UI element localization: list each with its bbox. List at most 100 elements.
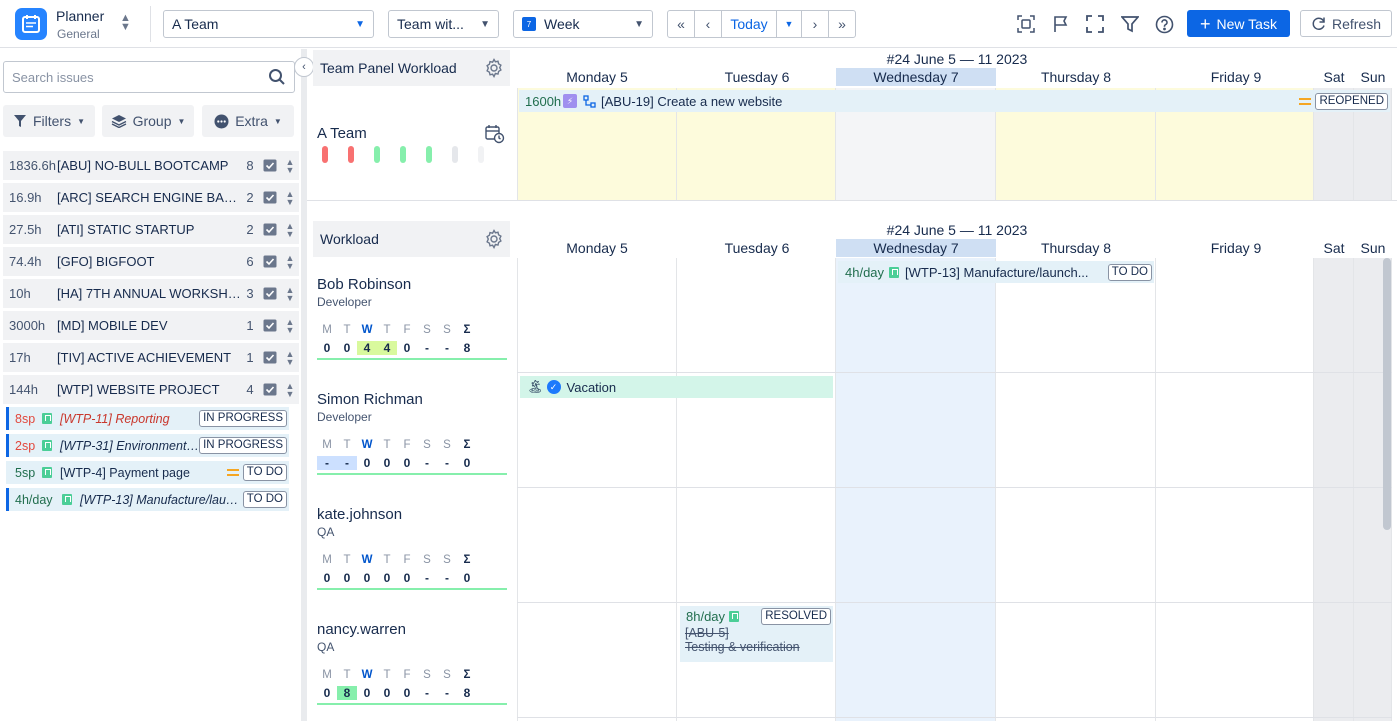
project-row[interactable]: 27.5h [ATI] STATIC STARTUP 2 ▲ ▼ (3, 215, 299, 244)
app-subtitle: General (57, 27, 100, 41)
checkbox-icon[interactable] (259, 159, 281, 172)
day-hours: - (425, 341, 429, 355)
workload-calendar: Monday 5 Tuesday 6 Wednesday 7 Thursday … (517, 239, 1397, 721)
first-period-button[interactable]: « (667, 10, 695, 38)
sort-arrows-icon[interactable]: ▲ ▼ (281, 381, 299, 398)
project-row[interactable]: 16.9h [ARC] SEARCH ENGINE BANDWAGON 2 ▲▼ (3, 183, 299, 212)
task-item[interactable]: 8sp [WTP-11] Reporting IN PROGRESS (6, 407, 289, 430)
weekly-hours: 00000--0 (317, 571, 507, 590)
priority-medium-icon (1299, 97, 1312, 105)
member-row[interactable]: kate.johnson QA M T W T F S S Σ 0 0 0 0 0- -0 (317, 488, 507, 590)
fullscreen-icon[interactable] (1083, 12, 1107, 36)
team-select[interactable]: A Team ▼ (163, 10, 374, 38)
today-dropdown-button[interactable]: ▼ (776, 10, 802, 38)
task-estimate: 4h/day (15, 492, 53, 507)
day-header-sat: Sat (1323, 240, 1345, 256)
gear-icon[interactable] (484, 58, 504, 78)
collapse-sidebar-button[interactable]: ‹ (294, 57, 314, 77)
weekday-letter: W (361, 669, 373, 681)
flag-icon[interactable] (1049, 12, 1073, 36)
project-row[interactable]: 144h [WTP] WEBSITE PROJECT 4 ▲ ▼ (3, 375, 299, 404)
checkbox-icon[interactable] (259, 383, 281, 396)
project-name: [TIV] ACTIVE ACHIEVEMENT (57, 350, 232, 365)
event-hours: 4h/day (845, 264, 885, 280)
sort-arrows-icon[interactable]: ▲ ▼ (281, 221, 299, 238)
workload-event[interactable]: 8h/day RESOLVED [ABU-5] Testing & verifi… (680, 606, 833, 662)
member-row[interactable]: nancy.warren QA M T W T F S S Σ 0 8 0 0 0- -8 (317, 603, 507, 705)
date-navigation: « ‹ Today ▼ › » (667, 10, 856, 38)
project-row[interactable]: 74.4h [GFO] BIGFOOT 6 ▲ ▼ (3, 247, 299, 276)
view-select[interactable]: Team wit... ▼ (388, 10, 499, 38)
app-title: Planner (56, 8, 105, 24)
filters-button[interactable]: Filters ▼ (3, 105, 95, 137)
refresh-button[interactable]: Refresh (1300, 10, 1392, 37)
help-icon[interactable] (1152, 12, 1176, 36)
capacity-bar (478, 146, 484, 163)
checkbox-icon[interactable] (259, 223, 281, 236)
group-button[interactable]: Group ▼ (102, 105, 194, 137)
checkbox-icon[interactable] (259, 287, 281, 300)
new-task-button[interactable]: + New Task (1187, 10, 1290, 37)
member-row[interactable]: Bob Robinson Developer M T W T F S S Σ 0 0 4 4 0- -8 (317, 258, 507, 360)
weekday-letters: MTWTFSSΣ (317, 669, 507, 681)
calendar-clock-icon[interactable] (485, 124, 505, 144)
team-calendar: Monday 5 Tuesday 6 Wednesday 7 Thursday … (517, 68, 1397, 200)
team-capacity-bars (322, 146, 484, 163)
sort-arrows-icon[interactable]: ▲ ▼ (281, 157, 299, 174)
next-period-button[interactable]: › (801, 10, 829, 38)
workload-event[interactable]: 4h/day [WTP-13] Manufacture/launch... TO… (838, 261, 1154, 283)
today-button[interactable]: Today (721, 10, 777, 38)
task-estimate: 2sp (15, 438, 36, 453)
checkbox-icon[interactable] (259, 255, 281, 268)
project-row[interactable]: 17h [TIV] ACTIVE ACHIEVEMENT 1 ▲ ▼ (3, 343, 299, 372)
task-item[interactable]: 4h/day [WTP-13] Manufacture/launch TO DO (6, 488, 289, 511)
filter-icon[interactable] (1118, 12, 1142, 36)
previous-period-button[interactable]: ‹ (694, 10, 722, 38)
day-hours: - (445, 571, 449, 585)
status-badge: IN PROGRESS (199, 410, 287, 427)
checkbox-icon[interactable] (259, 191, 281, 204)
project-row[interactable]: 3000h [MD] MOBILE DEV 1 ▲ ▼ (3, 311, 299, 340)
project-row[interactable]: 10h [HA] 7TH ANNUAL WORKSHOP 3 ▲ ▼ (3, 279, 299, 308)
day-hours: 0 (383, 686, 391, 700)
period-select[interactable]: 7 Week ▼ (513, 10, 653, 38)
planner-logo-icon[interactable] (15, 8, 47, 40)
member-row[interactable]: Simon Richman Developer M T W T F S S Σ - -0 0 0- -0 (317, 373, 507, 475)
day-column (1314, 258, 1354, 721)
project-row[interactable]: 1836.6h [ABU] NO-BULL BOOTCAMP 8 ▲ ▼ (3, 151, 299, 180)
checkbox-icon[interactable] (259, 319, 281, 332)
sort-arrows-icon[interactable]: ▲ ▼ (281, 349, 299, 366)
project-count: 2 (246, 222, 254, 237)
last-period-button[interactable]: » (828, 10, 856, 38)
sort-arrows-icon[interactable]: ▲ ▼ (281, 253, 299, 270)
sort-arrows-icon[interactable]: ▲ ▼ (281, 189, 299, 206)
refresh-label: Refresh (1331, 15, 1382, 32)
weekday-letters: MTWTFSSΣ (317, 324, 507, 336)
layers-icon (111, 115, 126, 128)
task-item[interactable]: 2sp [WTP-31] Environment setup IN PROGRE… (6, 434, 289, 457)
focus-icon[interactable] (1014, 12, 1038, 36)
day-header-wednesday: Wednesday 7 (836, 239, 996, 257)
search-issues-input[interactable]: Search issues (3, 61, 295, 93)
weekday-letter: T (383, 669, 391, 681)
status-badge: TO DO (242, 491, 287, 508)
app-switcher-icon[interactable]: ▲ ▼ (120, 13, 131, 33)
panel-splitter[interactable] (301, 49, 307, 721)
gear-icon[interactable] (484, 229, 504, 249)
sort-arrows-icon[interactable]: ▲ ▼ (281, 317, 299, 334)
sort-arrows-icon[interactable]: ▲ ▼ (281, 285, 299, 302)
workload-title: Workload (320, 231, 379, 247)
day-hours: 0 (463, 456, 471, 470)
checkbox-icon[interactable] (259, 351, 281, 364)
day-hours: 0 (463, 571, 471, 585)
project-name: [ABU] NO-BULL BOOTCAMP (57, 158, 229, 173)
task-item[interactable]: 5sp [WTP-4] Payment page TO DO (6, 461, 289, 484)
scrollbar-thumb[interactable] (1383, 258, 1391, 530)
weekday-letter: F (403, 669, 411, 681)
weekday-letter: S (423, 554, 431, 566)
extra-button[interactable]: Extra ▼ (202, 105, 294, 137)
vacation-event[interactable]: 🏝 ✓ Vacation (520, 376, 833, 398)
event-title: Testing & verification (685, 640, 800, 654)
team-event[interactable]: 1600h ⚡ [ABU-19] Create a new website RE… (519, 90, 1390, 112)
weekday-letter: M (322, 669, 332, 681)
